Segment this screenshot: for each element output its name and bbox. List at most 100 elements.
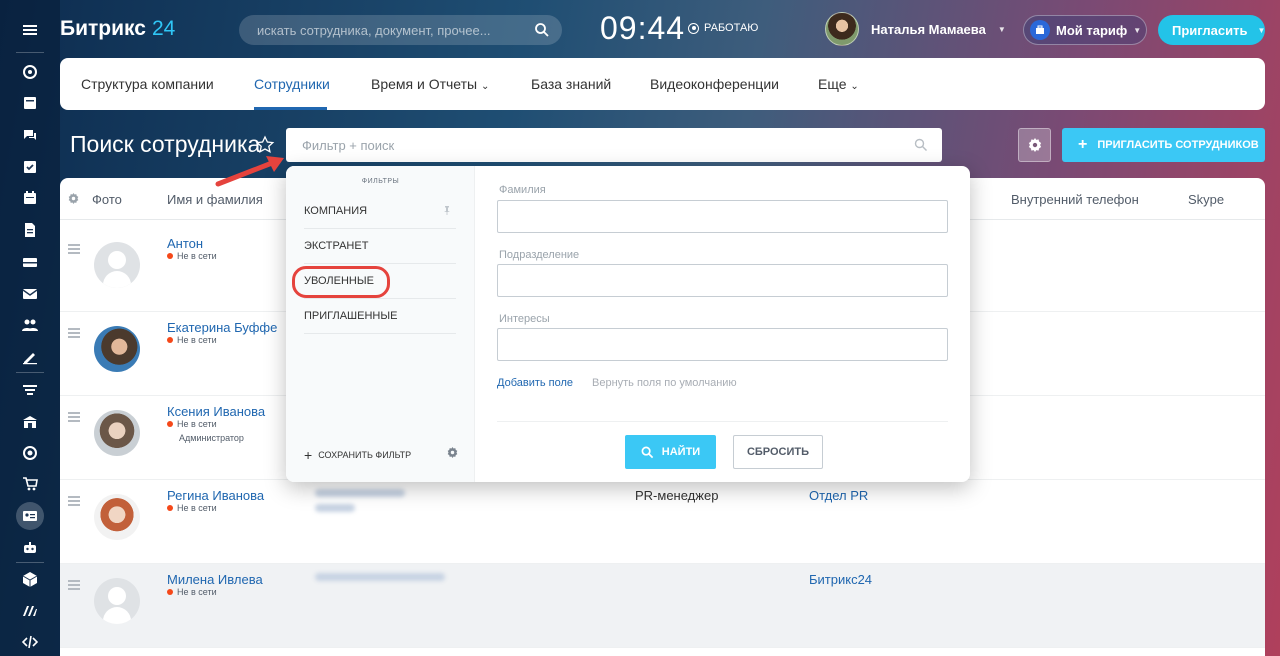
tab-employees[interactable]: Сотрудники — [254, 76, 330, 92]
filter-placeholder: Фильтр + поиск — [302, 138, 395, 153]
work-status[interactable]: РАБОТАЮ — [688, 22, 758, 34]
invite-button[interactable]: Пригласить ▼ — [1158, 15, 1265, 45]
chevron-down-icon: ⌄ — [850, 81, 859, 92]
tab-knowledge-base[interactable]: База знаний — [531, 76, 611, 92]
status-badge: Не в сети — [167, 503, 217, 513]
caret-down-icon: ▼ — [997, 24, 1006, 34]
search-icon — [641, 446, 653, 458]
tariff-button[interactable]: Мой тариф ▼ — [1023, 15, 1147, 45]
drag-handle-icon[interactable] — [68, 412, 80, 424]
status-badge: Не в сети — [167, 587, 217, 597]
table-row[interactable]: Регина Иванова Не в сети PR-менеджер Отд… — [60, 480, 1265, 564]
find-button[interactable]: НАЙТИ — [625, 435, 716, 469]
feed-icon[interactable] — [18, 91, 42, 115]
status-badge: Не в сети — [167, 419, 217, 429]
department-field[interactable] — [497, 264, 948, 297]
plus-icon: + — [304, 447, 313, 463]
blurred-email — [315, 504, 355, 512]
box-icon[interactable] — [18, 567, 42, 591]
employee-role: Администратор — [179, 433, 244, 443]
filter-icon[interactable] — [18, 378, 42, 402]
document-icon[interactable] — [18, 218, 42, 242]
menu-icon[interactable] — [18, 18, 42, 42]
filter-preset-invited[interactable]: ПРИГЛАШЕННЫЕ — [304, 299, 456, 334]
drag-handle-icon[interactable] — [68, 244, 80, 256]
tab-company-structure[interactable]: Структура компании — [81, 76, 214, 92]
add-field-link[interactable]: Добавить поле — [497, 377, 573, 389]
employee-name[interactable]: Антон — [167, 236, 203, 251]
top-bar: Битрикс 24 искать сотрудника, документ, п… — [60, 0, 1280, 58]
pin-icon[interactable] — [442, 205, 452, 215]
bank-icon[interactable] — [18, 410, 42, 434]
lastname-field[interactable] — [497, 200, 948, 233]
cart-icon[interactable] — [18, 472, 42, 496]
drive-icon[interactable] — [18, 250, 42, 274]
reset-button[interactable]: СБРОСИТЬ — [733, 435, 823, 469]
save-filter-button[interactable]: + СОХРАНИТЬ ФИЛЬТР — [304, 447, 411, 463]
employee-department[interactable]: Битрикс24 — [809, 572, 872, 587]
clock[interactable]: 09:44 — [600, 10, 685, 47]
section-menu: Структура компании Сотрудники Время и От… — [60, 58, 1265, 110]
target-icon[interactable] — [18, 441, 42, 465]
global-search[interactable]: искать сотрудника, документ, прочее... — [239, 15, 562, 45]
avatar — [94, 494, 140, 540]
drag-handle-icon[interactable] — [68, 328, 80, 340]
plus-icon: + — [1078, 136, 1088, 153]
briefcase-icon — [1030, 20, 1050, 40]
marketplace-icon[interactable] — [18, 599, 42, 623]
col-phone[interactable]: Внутренний телефон — [1011, 192, 1139, 207]
interests-field[interactable] — [497, 328, 948, 361]
filter-search-input[interactable]: Фильтр + поиск — [286, 128, 942, 162]
tab-more[interactable]: Еще ⌄ — [818, 76, 859, 92]
record-icon — [688, 22, 699, 34]
avatar — [94, 242, 140, 288]
employee-name[interactable]: Ксения Иванова — [167, 404, 265, 419]
calendar-icon[interactable] — [18, 186, 42, 210]
mail-icon[interactable] — [18, 282, 42, 306]
employees-icon[interactable] — [18, 313, 42, 337]
settings-button[interactable] — [1018, 128, 1051, 162]
blurred-email — [315, 573, 445, 581]
chat-icon[interactable] — [18, 123, 42, 147]
search-placeholder: искать сотрудника, документ, прочее... — [257, 23, 491, 38]
logo[interactable]: Битрикс 24 — [60, 17, 175, 41]
gear-icon[interactable] — [447, 447, 458, 458]
pulse-icon[interactable] — [18, 60, 42, 84]
field-label-lastname: Фамилия — [499, 184, 546, 196]
col-skype[interactable]: Skype — [1188, 192, 1224, 207]
avatar — [94, 326, 140, 372]
gear-icon[interactable] — [68, 193, 79, 204]
status-badge: Не в сети — [167, 251, 217, 261]
filter-preset-company[interactable]: КОМПАНИЯ — [304, 194, 456, 229]
col-photo[interactable]: Фото — [92, 192, 122, 207]
drag-handle-icon[interactable] — [68, 496, 80, 508]
tab-time-reports[interactable]: Время и Отчеты ⌄ — [371, 76, 489, 92]
filter-preset-extranet[interactable]: ЭКСТРАНЕТ — [304, 229, 456, 264]
contact-card-icon[interactable] — [18, 504, 42, 528]
filter-popup: ФИЛЬТРЫ КОМПАНИЯ ЭКСТРАНЕТ УВОЛЕННЫЕ ПРИ… — [286, 166, 970, 482]
drag-handle-icon[interactable] — [68, 580, 80, 592]
col-name[interactable]: Имя и фамилия — [167, 192, 263, 207]
avatar — [94, 410, 140, 456]
star-icon[interactable] — [255, 135, 275, 155]
status-badge: Не в сети — [167, 335, 217, 345]
active-tab-underline — [254, 107, 327, 110]
code-icon[interactable] — [18, 630, 42, 654]
employee-name[interactable]: Екатерина Буффе — [167, 320, 277, 335]
tab-videoconference[interactable]: Видеоконференции — [650, 76, 779, 92]
user-menu[interactable]: Наталья Мамаева ▼ — [825, 12, 1006, 46]
employee-department[interactable]: Отдел PR — [809, 488, 868, 503]
employee-name[interactable]: Милена Ивлева — [167, 572, 263, 587]
employee-position: PR-менеджер — [635, 488, 719, 503]
tasks-icon[interactable] — [18, 155, 42, 179]
employee-name[interactable]: Регина Иванова — [167, 488, 264, 503]
robot-icon[interactable] — [18, 536, 42, 560]
user-name: Наталья Мамаева — [871, 21, 986, 37]
left-sidebar — [0, 0, 60, 656]
invite-employees-button[interactable]: + ПРИГЛАСИТЬ СОТРУДНИКОВ — [1062, 128, 1265, 162]
restore-default-fields-link[interactable]: Вернуть поля по умолчанию — [592, 377, 737, 389]
search-icon — [914, 138, 927, 151]
sign-icon[interactable] — [18, 345, 42, 369]
table-row[interactable]: Милена Ивлева Не в сети Битрикс24 — [60, 564, 1265, 648]
field-label-department: Подразделение — [499, 249, 580, 261]
